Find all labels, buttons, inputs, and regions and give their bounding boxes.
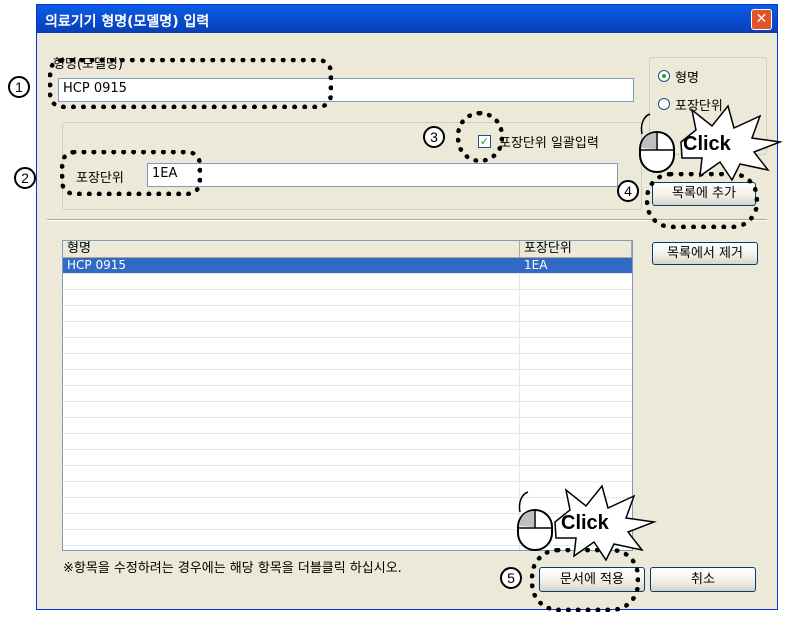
pack-input[interactable]: 1EA xyxy=(147,163,618,187)
mouse-icon xyxy=(517,491,553,551)
empty-row xyxy=(63,466,632,482)
radio-model[interactable] xyxy=(658,70,670,82)
highlight-checkbox xyxy=(456,111,504,163)
empty-row xyxy=(63,322,632,338)
empty-row xyxy=(63,386,632,402)
window-title: 의료기기 형명(모델명) 입력 xyxy=(45,14,210,30)
empty-row xyxy=(63,338,632,354)
annotation-1: 1 xyxy=(8,76,30,98)
hint-text: ※항목을 수정하려는 경우에는 해당 항목을 더블클릭 하십시오. xyxy=(63,561,402,576)
radio-model-label: 형명 xyxy=(675,71,699,86)
bulk-label: 포장단위 일괄입력 xyxy=(499,136,599,151)
empty-row xyxy=(63,418,632,434)
empty-row xyxy=(63,402,632,418)
empty-row xyxy=(63,306,632,322)
mouse-icon xyxy=(639,113,675,173)
remove-from-list-button[interactable]: 목록에서 제거 xyxy=(652,242,758,265)
highlight-pack xyxy=(60,150,202,196)
column-header-pack[interactable]: 포장단위 xyxy=(520,241,632,258)
annotation-5: 5 xyxy=(500,567,522,589)
close-button[interactable]: ✕ xyxy=(751,9,772,30)
column-header-model[interactable]: 형명 xyxy=(63,241,520,258)
cell-pack: 1EA xyxy=(524,258,548,272)
empty-row xyxy=(63,370,632,386)
table-row[interactable]: HCP 0915 1EA xyxy=(63,258,632,274)
close-icon: ✕ xyxy=(755,11,768,27)
empty-row xyxy=(63,290,632,306)
cancel-button[interactable]: 취소 xyxy=(650,567,756,592)
empty-row xyxy=(63,354,632,370)
annotation-3: 3 xyxy=(423,126,445,148)
cell-model: HCP 0915 xyxy=(67,258,126,272)
empty-row xyxy=(63,434,632,450)
click-label-1: Click xyxy=(683,133,731,155)
empty-row xyxy=(63,274,632,290)
click-label-2: Click xyxy=(561,512,609,534)
annotation-4: 4 xyxy=(617,180,639,202)
highlight-model xyxy=(48,58,333,109)
title-bar: 의료기기 형명(모델명) 입력 ✕ xyxy=(37,5,777,33)
empty-row xyxy=(63,450,632,466)
annotation-2: 2 xyxy=(14,167,36,189)
